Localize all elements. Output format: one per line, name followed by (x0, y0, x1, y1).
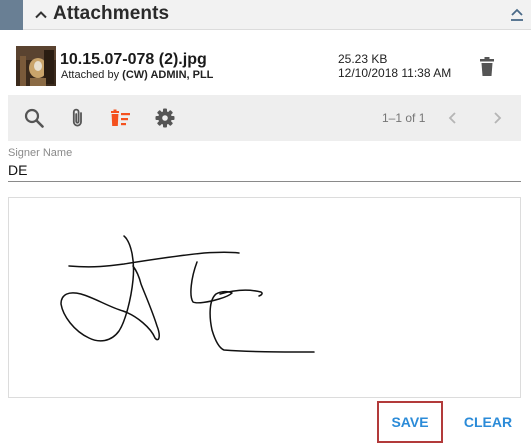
attachment-date: 12/10/2018 11:38 AM (338, 66, 452, 80)
section-title: Attachments (53, 3, 170, 24)
collapse-up-icon[interactable] (509, 6, 525, 24)
chevron-right-icon[interactable] (488, 109, 506, 127)
clear-button[interactable]: CLEAR (455, 401, 521, 443)
signature-pad[interactable] (8, 197, 521, 398)
paperclip-icon[interactable] (67, 107, 89, 129)
attachments-section-header: Attachments (0, 0, 531, 30)
attachment-file-name[interactable]: 10.15.07-078 (2).jpg (60, 51, 207, 69)
signature-stroke (190, 261, 315, 353)
attachment-size: 25.23 KB (338, 52, 388, 66)
attached-by-user: (CW) ADMIN, PLL (122, 69, 214, 81)
signature-drawing (60, 235, 315, 353)
section-accent-bar (0, 0, 23, 30)
search-icon[interactable] (23, 107, 45, 129)
gear-icon[interactable] (154, 107, 176, 129)
attachment-row[interactable]: 10.15.07-078 (2).jpg Attached by (CW) AD… (0, 40, 531, 92)
trash-icon[interactable] (478, 56, 496, 78)
chevron-left-icon[interactable] (444, 109, 462, 127)
signer-name-field[interactable]: Signer Name DE (8, 147, 521, 182)
attached-by-prefix: Attached by (61, 69, 123, 81)
signer-name-label: Signer Name (8, 147, 73, 159)
signer-name-value[interactable]: DE (8, 162, 27, 178)
pager-range-text: 1–1 of 1 (382, 111, 426, 125)
attachment-attached-by: Attached by (CW) ADMIN, PLL (61, 69, 213, 81)
save-button[interactable]: SAVE (377, 401, 443, 443)
signature-stroke (60, 235, 160, 342)
chevron-up-icon[interactable] (33, 7, 49, 23)
attachments-toolbar: 1–1 of 1 (8, 95, 521, 141)
attachment-thumbnail[interactable] (16, 46, 56, 86)
delete-list-icon[interactable] (110, 107, 132, 129)
signature-stroke (68, 251, 240, 268)
